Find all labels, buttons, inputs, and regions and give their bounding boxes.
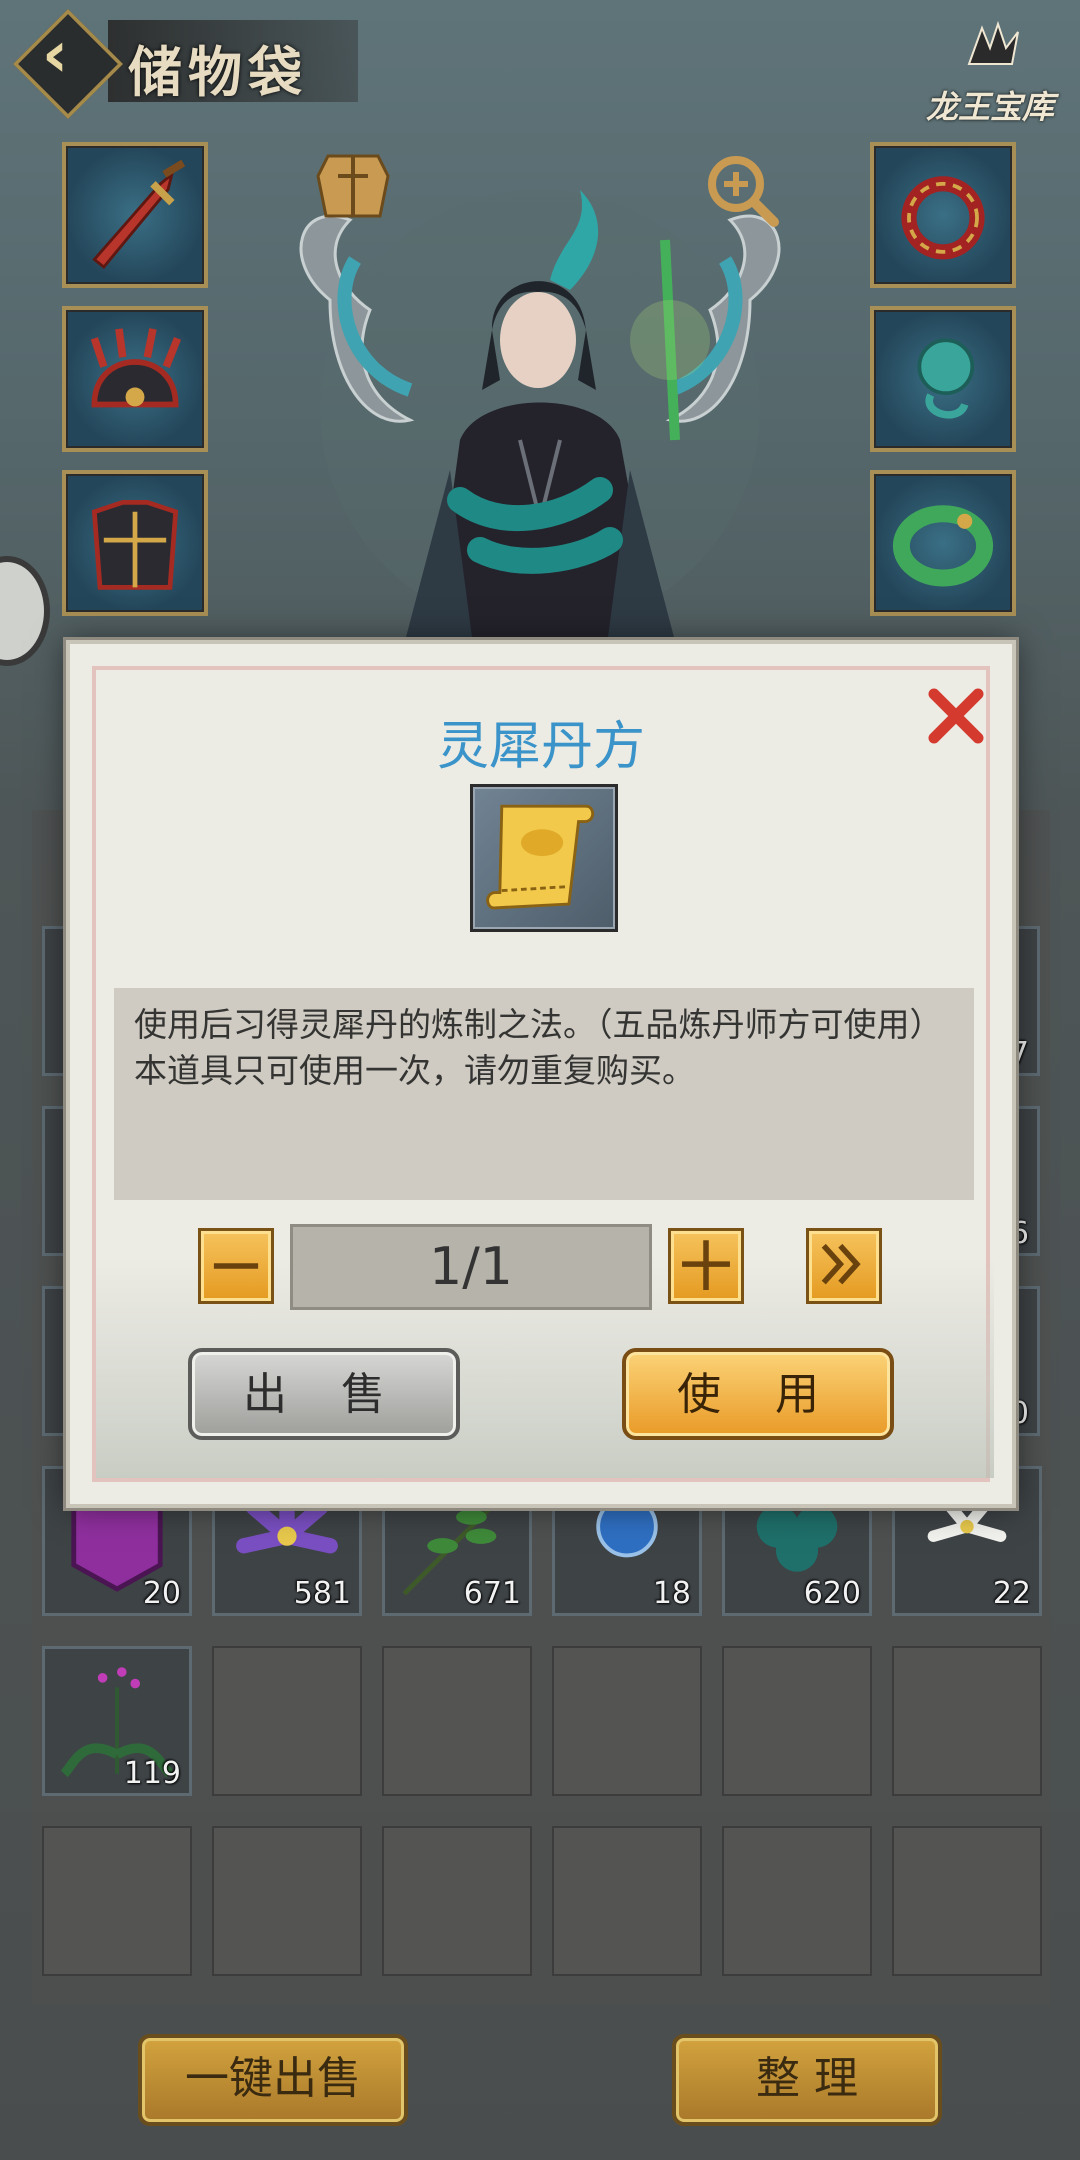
item-count: 119 (123, 1756, 181, 1791)
armor-icon (91, 499, 179, 590)
side-pet-tab[interactable] (0, 556, 50, 666)
game-logo: 龙王宝库 (926, 18, 1066, 128)
inventory-cell-empty[interactable] (552, 1646, 702, 1796)
decrease-quantity-button[interactable] (198, 1228, 274, 1304)
close-icon[interactable] (924, 684, 988, 748)
scroll-icon (486, 804, 595, 910)
inventory-cell-empty[interactable] (722, 1826, 872, 1976)
inventory-cell-empty[interactable] (892, 1646, 1042, 1796)
inventory-cell-empty[interactable] (892, 1826, 1042, 1976)
quantity-display[interactable]: 1/1 (290, 1224, 652, 1310)
increase-quantity-button[interactable] (668, 1228, 744, 1304)
inventory-cell-empty[interactable] (42, 1826, 192, 1976)
ring-icon (901, 176, 985, 260)
item-detail-dialog: 灵犀丹方 使用后习得灵犀丹的炼制之法。（五品炼丹师方可使用）本道具只可使用一次，… (66, 640, 1016, 1508)
item-icon-frame (470, 784, 618, 932)
wardrobe-icon[interactable] (308, 146, 398, 226)
inventory-cell-empty[interactable] (722, 1646, 872, 1796)
jade-bracelet-icon (892, 505, 994, 587)
item-count: 671 (463, 1576, 521, 1611)
equip-slot-pendant[interactable] (870, 306, 1016, 452)
inventory-cell-empty[interactable] (382, 1826, 532, 1976)
item-description: 使用后习得灵犀丹的炼制之法。（五品炼丹师方可使用）本道具只可使用一次，请勿重复购… (114, 988, 974, 1200)
double-chevron-right-icon (821, 1243, 861, 1285)
equip-slot-ring[interactable] (870, 142, 1016, 288)
zoom-icon[interactable] (700, 148, 784, 232)
inventory-cell-empty[interactable] (212, 1826, 362, 1976)
back-arrow-icon[interactable]: ‹ (28, 23, 82, 87)
minus-icon (213, 1263, 259, 1269)
inventory-cell-empty[interactable] (382, 1646, 532, 1796)
dragon-logo-icon (967, 20, 1019, 65)
use-button[interactable]: 使 用 (622, 1348, 894, 1440)
plus-icon (682, 1240, 730, 1290)
inventory-screen: ‹ 储物袋 龙王宝库 7 6 0 20 581 671 18 620 22 11… (0, 0, 1080, 2160)
equip-slot-helmet[interactable] (62, 306, 208, 452)
logo-text: 龙王宝库 (926, 88, 1055, 126)
helmet-icon (90, 328, 182, 408)
sell-button[interactable]: 出 售 (188, 1348, 460, 1440)
sort-button[interactable]: 整 理 (672, 2034, 942, 2126)
item-name: 灵犀丹方 (436, 717, 645, 777)
sell-all-button[interactable]: 一键出售 (138, 2034, 408, 2126)
sword-icon (92, 159, 186, 269)
inventory-cell-empty[interactable] (552, 1826, 702, 1976)
item-count: 620 (803, 1576, 861, 1611)
max-quantity-button[interactable] (806, 1228, 882, 1304)
equip-slot-weapon[interactable] (62, 142, 208, 288)
item-count: 18 (652, 1576, 691, 1611)
jade-pendant-icon (917, 338, 975, 419)
inventory-cell[interactable]: 119 (42, 1646, 192, 1796)
equip-slot-armor[interactable] (62, 470, 208, 616)
page-title: 储物袋 (128, 40, 308, 104)
item-count: 22 (992, 1576, 1031, 1611)
equip-slot-bracelet[interactable] (870, 470, 1016, 616)
item-count: 20 (142, 1576, 181, 1611)
inventory-cell-empty[interactable] (212, 1646, 362, 1796)
item-count: 581 (293, 1576, 351, 1611)
